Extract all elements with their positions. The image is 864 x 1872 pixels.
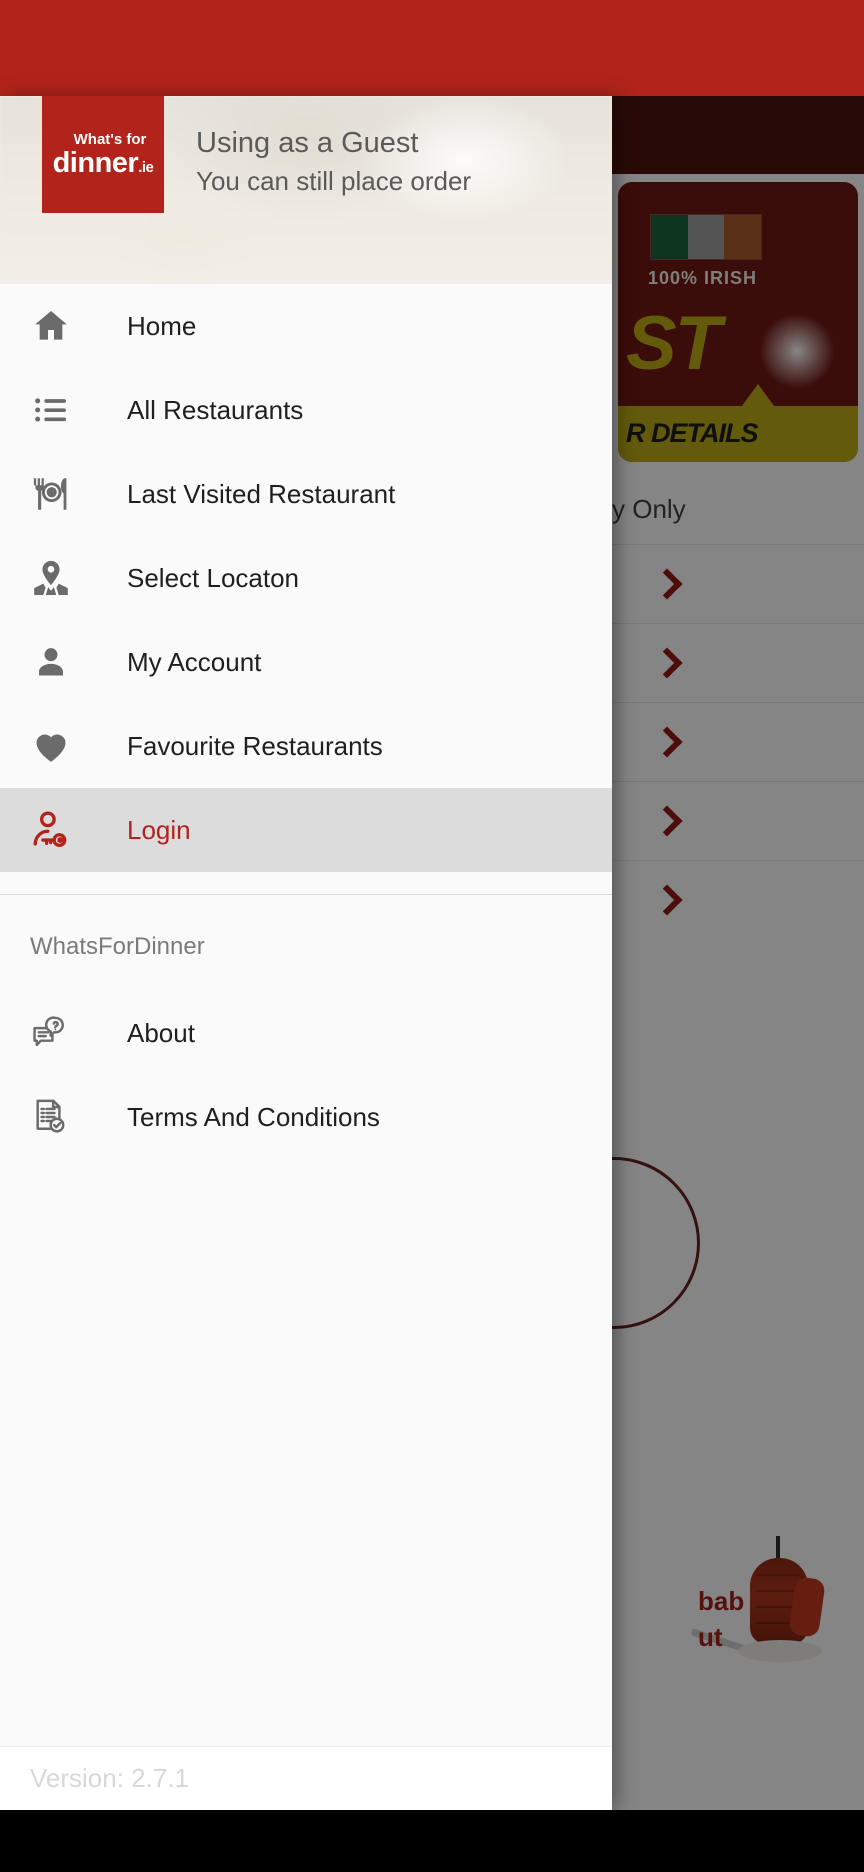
home-icon xyxy=(27,302,75,350)
app-screen: 100% IRISH ST R DETAILS y Only bab ut Wh… xyxy=(0,0,864,1872)
menu-item-label: All Restaurants xyxy=(127,394,304,425)
menu-item-label: Terms And Conditions xyxy=(127,1101,380,1132)
guest-title: Using as a Guest xyxy=(196,127,419,159)
menu-item-select-location[interactable]: Select Locaton xyxy=(0,536,612,620)
menu-item-favourite-restaurants[interactable]: Favourite Restaurants xyxy=(0,704,612,788)
map-pin-icon xyxy=(27,554,75,602)
version-label: Version: 2.7.1 xyxy=(30,1763,189,1793)
menu-section-title: WhatsForDinner xyxy=(30,933,205,960)
logo-line1: What's for xyxy=(73,130,147,148)
menu-item-label: Favourite Restaurants xyxy=(127,730,383,761)
heart-icon xyxy=(27,722,75,770)
drawer-menu: Home All Restaurants Last Visited Restau… xyxy=(0,284,612,1746)
drawer-footer: Version: 2.7.1 xyxy=(0,1746,612,1810)
menu-item-terms-and-conditions[interactable]: Terms And Conditions xyxy=(0,1075,612,1159)
cutlery-plate-icon xyxy=(27,470,75,518)
menu-item-label: Last Visited Restaurant xyxy=(127,478,396,509)
menu-item-label: My Account xyxy=(127,646,262,677)
menu-item-label: Login xyxy=(127,814,191,845)
navigation-drawer: What's for dinner.ie Using as a Guest Yo… xyxy=(0,96,612,1810)
chat-question-icon xyxy=(27,1009,75,1057)
menu-item-last-visited-restaurant[interactable]: Last Visited Restaurant xyxy=(0,452,612,536)
logo-line2: dinner.ie xyxy=(52,146,154,179)
menu-item-home[interactable]: Home xyxy=(0,284,612,368)
menu-item-all-restaurants[interactable]: All Restaurants xyxy=(0,368,612,452)
app-logo: What's for dinner.ie xyxy=(42,96,164,213)
logo-domain-suffix: .ie xyxy=(138,158,154,176)
list-icon xyxy=(27,386,75,434)
person-icon xyxy=(27,638,75,686)
menu-item-my-account[interactable]: My Account xyxy=(0,620,612,704)
guest-subtitle: You can still place order xyxy=(196,165,472,196)
system-navigation-bar xyxy=(0,1810,864,1872)
menu-item-label: Select Locaton xyxy=(127,562,300,593)
menu-item-about[interactable]: About xyxy=(0,991,612,1075)
document-check-icon xyxy=(27,1093,75,1141)
menu-item-label: Home xyxy=(127,310,197,341)
menu-item-label: About xyxy=(127,1017,195,1048)
person-key-icon xyxy=(27,806,75,854)
logo-word: dinner xyxy=(52,146,139,179)
status-bar xyxy=(0,0,864,96)
guest-status-block: Using as a Guest You can still place ord… xyxy=(196,126,471,199)
drawer-header: What's for dinner.ie Using as a Guest Yo… xyxy=(0,96,612,284)
menu-item-login[interactable]: Login xyxy=(0,788,612,872)
